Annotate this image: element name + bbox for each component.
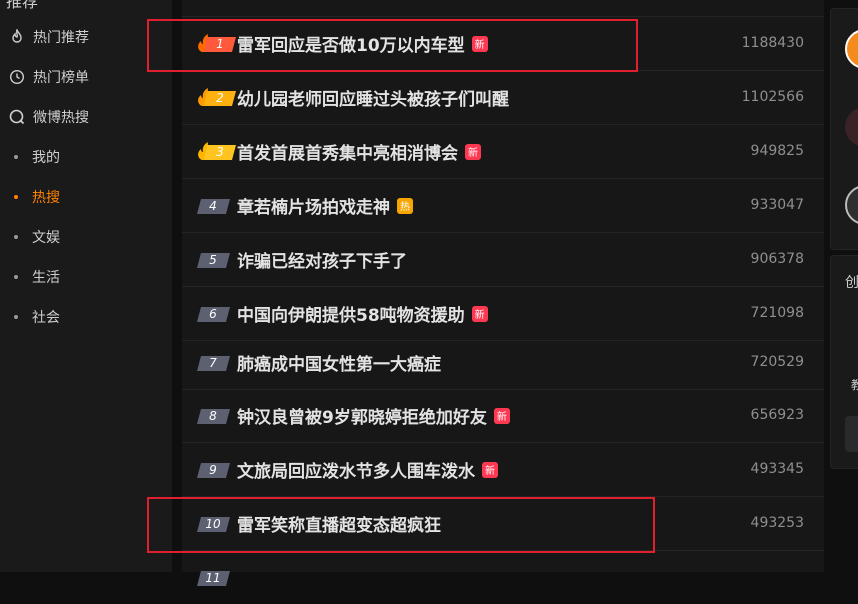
hot-tag: 热 — [397, 197, 413, 214]
rank-number: 8 — [209, 409, 217, 423]
bullet-dot — [14, 155, 18, 159]
hot-search-row[interactable]: 8 钟汉良曾被9岁郭晓婷拒绝加好友 新 656923 — [182, 389, 824, 443]
sub-item-mine[interactable]: 我的 — [14, 144, 60, 170]
sidebar-section-title: 推荐 — [6, 0, 39, 11]
hot-search-row[interactable]: 6 中国向伊朗提供58吨物资援助 新 721098 — [182, 287, 824, 341]
bullet-dot — [14, 195, 18, 199]
rank-number: 6 — [209, 307, 217, 321]
rank-number: 4 — [209, 199, 217, 213]
rank-badge-icon: 7 — [196, 352, 230, 372]
follow-button[interactable] — [845, 416, 858, 452]
sub-item-entertainment[interactable]: 文娱 — [14, 224, 60, 250]
clock-icon — [9, 69, 25, 85]
hot-search-row[interactable]: 9 文旅局回应泼水节多人围车泼水 新 493345 — [182, 443, 824, 497]
new-tag: 新 — [493, 407, 510, 424]
hot-search-title[interactable]: 文旅局回应泼水节多人围车泼水 — [237, 457, 475, 482]
new-tag: 新 — [482, 461, 498, 478]
new-tag: 新 — [471, 305, 488, 322]
left-sidebar: 推荐 热门推荐 热门榜单 微博热搜 我的 热搜 文娱 生活 社会 — [0, 0, 172, 572]
nav-item-label: 热门榜单 — [33, 70, 89, 86]
heat-count: 1188430 — [741, 35, 804, 51]
heat-count: 933047 — [750, 197, 804, 213]
rank-number: 2 — [216, 91, 224, 105]
hot-search-row[interactable]: 3 首发首展首秀集中亮相消博会 新 949825 — [182, 125, 824, 179]
avatar[interactable] — [845, 107, 858, 147]
bullet-dot — [14, 235, 18, 239]
rank-number: 5 — [209, 253, 217, 267]
hot-search-title[interactable]: 诈骗已经对孩子下手了 — [237, 247, 407, 272]
list-row-top-partial — [182, 0, 824, 17]
rank-number: 9 — [209, 463, 217, 477]
hot-search-list: 1 雷军回应是否做10万以内车型 新 1188430 2 幼儿园老师回应睡过头被… — [182, 0, 824, 586]
creator-name: 教 — [851, 378, 858, 392]
sub-item-hot-search[interactable]: 热搜 — [14, 184, 60, 210]
heat-count: 949825 — [750, 143, 804, 159]
hot-search-row-partial[interactable]: 11 — [182, 551, 824, 604]
rank-badge-icon: 9 — [196, 459, 230, 479]
sub-item-society[interactable]: 社会 — [14, 304, 60, 330]
rank-badge-icon: 6 — [196, 303, 230, 323]
sub-item-label: 社会 — [32, 310, 60, 326]
nav-item-label: 热门推荐 — [33, 30, 89, 46]
nav-item-hot-ranking[interactable]: 热门榜单 — [9, 64, 89, 90]
nav-item-weibo-hot-search[interactable]: 微博热搜 — [9, 104, 89, 130]
avatar[interactable] — [845, 29, 858, 69]
hot-search-row[interactable]: 2 幼儿园老师回应睡过头被孩子们叫醒 1102566 — [182, 71, 824, 125]
highlight-box-rank-1 — [147, 19, 638, 72]
hot-search-title[interactable]: 首发首展首秀集中亮相消博会 — [237, 139, 458, 164]
sub-item-life[interactable]: 生活 — [14, 264, 60, 290]
rank-badge-icon: 4 — [196, 195, 230, 215]
sub-item-label: 生活 — [32, 270, 60, 286]
sub-item-label: 热搜 — [32, 190, 60, 206]
rank-badge-icon: 11 — [196, 567, 230, 587]
hot-search-title[interactable]: 肺癌成中国女性第一大癌症 — [237, 350, 441, 375]
heat-count: 906378 — [750, 251, 804, 267]
hot-search-row[interactable]: 5 诈骗已经对孩子下手了 906378 — [182, 233, 824, 287]
avatar[interactable] — [845, 185, 858, 225]
rank-badge-icon: 5 — [196, 249, 230, 269]
recommend-user-card — [830, 8, 858, 250]
sub-item-label: 我的 — [32, 150, 60, 166]
sub-item-label: 文娱 — [32, 230, 60, 246]
search-icon — [9, 109, 25, 125]
heat-count: 720529 — [750, 354, 804, 370]
rank-number: 11 — [205, 571, 220, 585]
heat-count: 721098 — [750, 305, 804, 321]
heat-count: 656923 — [750, 407, 804, 423]
hot-search-row[interactable]: 7 肺癌成中国女性第一大癌症 720529 — [182, 336, 824, 390]
hot-search-title[interactable]: 章若楠片场拍戏走神 — [237, 193, 390, 218]
heat-count: 493345 — [750, 461, 804, 477]
hot-search-title[interactable]: 钟汉良曾被9岁郭晓婷拒绝加好友 — [237, 403, 487, 428]
new-tag: 新 — [465, 143, 481, 160]
nav-item-hot-recommend[interactable]: 热门推荐 — [9, 24, 89, 50]
hot-search-row[interactable]: 4 章若楠片场拍戏走神 热 933047 — [182, 179, 824, 233]
rank-badge-icon: 8 — [196, 405, 230, 425]
creator-card: 创 教 — [830, 255, 858, 469]
creator-card-title: 创 — [845, 275, 858, 291]
rank-number: 3 — [216, 145, 224, 159]
heat-count: 493253 — [750, 515, 804, 531]
hot-search-title[interactable]: 中国向伊朗提供58吨物资援助 — [237, 301, 465, 326]
heat-count: 1102566 — [741, 89, 804, 105]
flame-icon — [9, 29, 25, 45]
rank-badge-fire-icon: 3 — [196, 141, 236, 161]
bullet-dot — [14, 315, 18, 319]
bullet-dot — [14, 275, 18, 279]
hot-search-title[interactable]: 幼儿园老师回应睡过头被孩子们叫醒 — [237, 85, 509, 110]
highlight-box-rank-10 — [147, 497, 655, 553]
rank-number: 7 — [209, 356, 217, 370]
rank-badge-fire-icon: 2 — [196, 87, 236, 107]
nav-item-label: 微博热搜 — [33, 110, 89, 126]
